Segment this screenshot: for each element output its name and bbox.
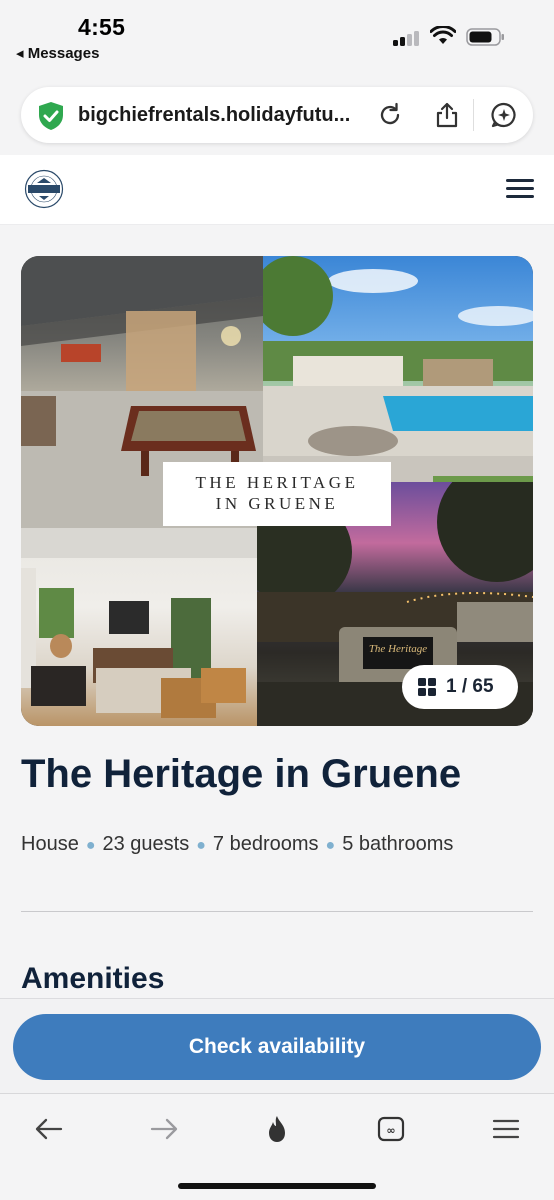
feature-separator: ● [85, 837, 96, 854]
wifi-icon [430, 26, 456, 44]
bedroom-illustration [21, 528, 257, 718]
shield-check-icon [39, 102, 63, 130]
section-divider [21, 911, 533, 912]
photo-counter-button[interactable]: 1 / 65 [402, 665, 518, 709]
amenities-heading: Amenities [21, 962, 165, 995]
gallery-photo-bedroom[interactable] [21, 528, 257, 726]
property-title: The Heritage in Gruene [21, 752, 462, 796]
feature-separator: ● [196, 837, 206, 854]
feature-bathrooms: 5 bathrooms [342, 833, 454, 855]
home-indicator [178, 1183, 376, 1189]
url-bar[interactable]: bigchiefrentals.holidayfutu... [21, 87, 533, 143]
feature-guests: 23 guests [102, 833, 190, 855]
back-arrow-icon[interactable] [33, 1114, 65, 1144]
battery-icon [466, 28, 504, 46]
forward-arrow-icon[interactable] [148, 1114, 180, 1144]
grid-icon [418, 678, 436, 696]
photo-counter-text: 1 / 65 [446, 676, 494, 697]
reload-icon[interactable] [376, 101, 404, 129]
status-bar: 4:55 ◂ Messages [0, 0, 554, 70]
flame-icon[interactable] [261, 1114, 293, 1144]
cellular-signal-icon [393, 30, 421, 46]
property-features: House ● 23 guests ● 7 bedrooms ● 5 bathrooms [21, 833, 453, 856]
entrance-sign-text: The Heritage [369, 643, 427, 655]
feature-bedrooms: 7 bedrooms [212, 833, 319, 855]
tabs-icon[interactable]: ∞ [375, 1114, 407, 1144]
overlay-title-line-1: THE HERITAGE [195, 473, 359, 492]
share-icon[interactable] [433, 101, 461, 129]
hamburger-line [506, 179, 534, 182]
back-to-messages-link[interactable]: ◂ Messages [16, 44, 99, 62]
gallery-title-overlay: THE HERITAGE IN GRUENE [163, 462, 391, 526]
url-bar-separator [473, 99, 474, 131]
feature-separator: ● [325, 837, 336, 854]
svg-text:∞: ∞ [386, 1124, 395, 1137]
site-header [0, 155, 554, 225]
photo-gallery[interactable]: The Heritage THE HERITAGE IN GRUENE 1 / … [21, 256, 533, 726]
overlay-title-line-2: IN GRUENE [215, 494, 339, 513]
feature-type: House [21, 833, 79, 855]
url-text[interactable]: bigchiefrentals.holidayfutu... [78, 104, 368, 127]
menu-button[interactable] [506, 179, 534, 201]
assistant-icon[interactable] [490, 101, 518, 129]
sticky-cta-bar: Check availability [0, 998, 554, 1093]
hamburger-line [506, 195, 534, 198]
status-time: 4:55 [78, 14, 126, 40]
hamburger-line [506, 187, 534, 190]
menu-icon[interactable] [490, 1114, 522, 1144]
big-chief-logo[interactable] [24, 169, 64, 209]
check-availability-button[interactable]: Check availability [13, 1014, 541, 1080]
